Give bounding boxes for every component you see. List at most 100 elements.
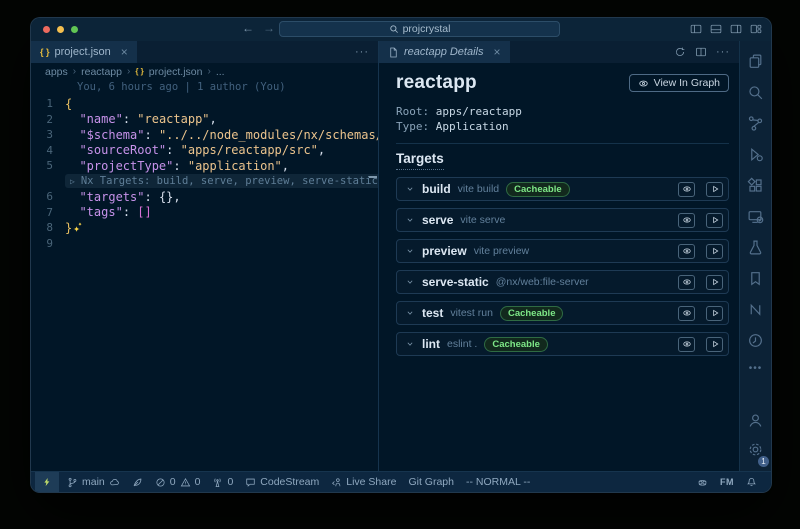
language-indicator[interactable]: FM xyxy=(714,477,740,487)
git-graph-status[interactable]: Git Graph xyxy=(402,472,460,492)
code-line[interactable]: 1{ xyxy=(31,96,378,112)
eye-icon xyxy=(682,215,692,225)
warning-icon xyxy=(180,477,191,488)
traffic-lights[interactable] xyxy=(43,26,78,33)
chevron-down-icon[interactable] xyxy=(405,339,415,349)
breadcrumb-item-reactapp[interactable]: reactapp xyxy=(81,66,122,78)
back-icon[interactable]: ← xyxy=(242,21,254,35)
target-executor: eslint . xyxy=(447,338,477,350)
play-icon xyxy=(710,246,720,256)
run-debug-icon[interactable] xyxy=(747,146,764,163)
radio-tower-icon xyxy=(212,477,223,488)
code-line[interactable]: 2 "name": "reactapp", xyxy=(31,112,378,128)
breadcrumb-separator: › xyxy=(73,66,76,77)
view-in-graph-button[interactable]: View In Graph xyxy=(629,74,729,92)
run-target-button[interactable] xyxy=(706,275,723,290)
chevron-down-icon[interactable] xyxy=(405,215,415,225)
breadcrumb[interactable]: apps › reactapp › { } project.json › ... xyxy=(31,63,378,80)
view-target-config-button[interactable] xyxy=(678,182,695,197)
target-row[interactable]: build vite build Cacheable xyxy=(396,177,729,201)
target-row[interactable]: test vitest run Cacheable xyxy=(396,301,729,325)
view-target-config-button[interactable] xyxy=(678,275,695,290)
git-branch-status[interactable]: main xyxy=(61,472,126,492)
code-line[interactable]: 8}✦✦ xyxy=(31,220,378,236)
nx-targets-hint-line[interactable]: ▷Nx Targets: build, serve, preview, serv… xyxy=(31,174,378,190)
code-line[interactable]: 3 "$schema": "../../node_modules/nx/sche… xyxy=(31,127,378,143)
code-line[interactable]: 5 "projectType": "application", xyxy=(31,158,378,174)
extensions-icon[interactable] xyxy=(747,177,764,194)
toggle-primary-sidebar-icon[interactable] xyxy=(690,23,702,35)
view-target-config-button[interactable] xyxy=(678,244,695,259)
chevron-down-icon[interactable] xyxy=(405,246,415,256)
breadcrumb-item-apps[interactable]: apps xyxy=(45,66,68,78)
codestream-status[interactable]: CodeStream xyxy=(239,472,325,492)
clock-icon[interactable] xyxy=(747,332,764,349)
status-bar: main 0 0 0 CodeStream Live Share Git Gra… xyxy=(31,471,771,492)
toggle-secondary-sidebar-icon[interactable] xyxy=(730,23,742,35)
ports-status[interactable]: 0 xyxy=(206,472,239,492)
customize-layout-icon[interactable] xyxy=(750,23,762,35)
tab-label: project.json xyxy=(55,46,111,58)
code-line[interactable]: 7 "tags": [] xyxy=(31,205,378,221)
run-target-button[interactable] xyxy=(706,213,723,228)
close-tab-icon[interactable]: × xyxy=(121,46,128,58)
project-root: Root: apps/reactapp xyxy=(396,104,729,119)
testing-beaker-icon[interactable] xyxy=(747,239,764,256)
run-target-button[interactable] xyxy=(706,337,723,352)
code-line[interactable]: 4 "sourceRoot": "apps/reactapp/src", xyxy=(31,143,378,159)
target-row[interactable]: lint eslint . Cacheable xyxy=(396,332,729,356)
extension-feather-status[interactable] xyxy=(126,472,149,492)
search-icon[interactable] xyxy=(747,84,764,101)
chevron-down-icon[interactable] xyxy=(405,184,415,194)
project-details-panel: reactapp View In Graph Root: apps/reacta… xyxy=(379,63,739,471)
play-icon xyxy=(710,184,720,194)
code-line[interactable]: 6 "targets": {}, xyxy=(31,189,378,205)
copilot-status[interactable] xyxy=(691,477,714,488)
feather-icon xyxy=(132,477,143,488)
notifications-status[interactable] xyxy=(740,477,763,488)
account-icon[interactable] xyxy=(747,412,764,429)
problems-status[interactable]: 0 0 xyxy=(149,472,207,492)
remote-indicator[interactable] xyxy=(35,472,59,492)
more-actions-icon[interactable]: ··· xyxy=(716,46,730,58)
run-target-button[interactable] xyxy=(706,182,723,197)
title-bar[interactable]: ← → projcrystal xyxy=(31,18,771,41)
close-tab-icon[interactable]: × xyxy=(494,46,501,58)
nx-console-icon[interactable] xyxy=(747,301,764,318)
view-target-config-button[interactable] xyxy=(678,306,695,321)
breadcrumb-item-more[interactable]: ... xyxy=(216,66,225,78)
view-target-config-button[interactable] xyxy=(678,213,695,228)
bookmarks-icon[interactable] xyxy=(747,270,764,287)
target-row[interactable]: serve-static @nx/web:file-server xyxy=(396,270,729,294)
command-center-search[interactable]: projcrystal xyxy=(279,21,560,37)
code-line[interactable]: 9 xyxy=(31,236,378,252)
more-views-icon[interactable]: ••• xyxy=(749,363,763,374)
toggle-panel-icon[interactable] xyxy=(710,23,722,35)
target-row[interactable]: preview vite preview xyxy=(396,239,729,263)
tab-reactapp-details[interactable]: reactapp Details × xyxy=(379,41,510,63)
split-editor-icon[interactable] xyxy=(695,46,707,58)
source-control-graph-icon[interactable] xyxy=(747,115,764,132)
remote-explorer-icon[interactable] xyxy=(747,208,764,225)
refresh-icon[interactable] xyxy=(674,46,686,58)
close-window-button[interactable] xyxy=(43,26,50,33)
chevron-down-icon[interactable] xyxy=(405,308,415,318)
run-target-button[interactable] xyxy=(706,306,723,321)
tab-project-json[interactable]: { } project.json × xyxy=(31,41,137,63)
explorer-icon[interactable] xyxy=(747,53,764,70)
comment-icon xyxy=(245,477,256,488)
code-editor[interactable]: You, 6 hours ago | 1 author (You) 1{2 "n… xyxy=(31,80,378,471)
forward-icon[interactable]: → xyxy=(263,21,275,35)
maximize-window-button[interactable] xyxy=(71,26,78,33)
breadcrumb-item-file[interactable]: project.json xyxy=(149,66,203,78)
minimize-window-button[interactable] xyxy=(57,26,64,33)
more-actions-icon[interactable]: ··· xyxy=(355,46,369,58)
target-row[interactable]: serve vite serve xyxy=(396,208,729,232)
chevron-down-icon[interactable] xyxy=(405,277,415,287)
search-value: projcrystal xyxy=(403,23,451,35)
run-target-button[interactable] xyxy=(706,244,723,259)
view-target-config-button[interactable] xyxy=(678,337,695,352)
live-share-status[interactable]: Live Share xyxy=(325,472,402,492)
editor-group-right: reactapp Details × ··· reactapp Vi xyxy=(379,41,739,471)
line-number: 7 xyxy=(31,206,65,219)
